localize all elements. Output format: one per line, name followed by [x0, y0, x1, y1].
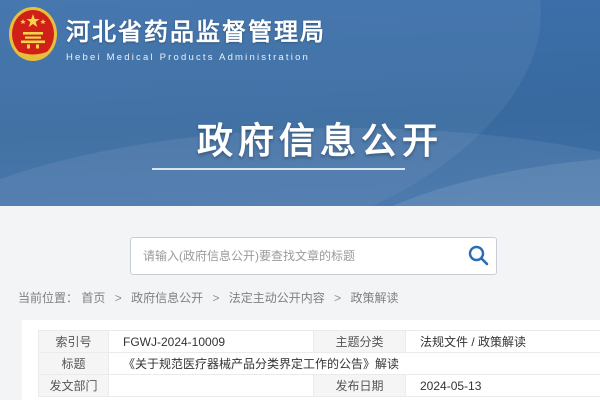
content-panel: 索引号 FGWJ-2024-10009 主题分类 法规文件 / 政策解读 标题 … [22, 320, 600, 400]
table-row: 标题 《关于规范医疗器械产品分类界定工作的公告》解读 [39, 353, 600, 375]
publish-date-value: 2024-05-13 [406, 375, 600, 397]
breadcrumb-item-policy-interpretation[interactable]: 政策解读 [351, 291, 399, 305]
page: 河北省药品监督管理局 Hebei Medical Products Admini… [0, 0, 600, 400]
table-row: 索引号 FGWJ-2024-10009 主题分类 法规文件 / 政策解读 [39, 331, 600, 353]
index-number-label: 索引号 [39, 331, 109, 353]
breadcrumb-separator: > [212, 291, 219, 305]
title-label: 标题 [39, 353, 109, 375]
publish-date-label: 发布日期 [314, 375, 406, 397]
breadcrumb-item-info-disclosure[interactable]: 政府信息公开 [131, 291, 203, 305]
search-icon [466, 243, 490, 267]
search-button[interactable] [465, 243, 491, 269]
org-name: 河北省药品监督管理局 [66, 12, 326, 47]
breadcrumb-separator: > [115, 291, 122, 305]
breadcrumb-item-home[interactable]: 首页 [81, 291, 105, 305]
breadcrumb-separator: > [334, 291, 341, 305]
national-emblem-icon [8, 6, 58, 63]
breadcrumb-label: 当前位置： [18, 291, 78, 305]
title-underline [152, 168, 405, 170]
org-name-en: Hebei Medical Products Administration [66, 52, 326, 63]
page-title: 政府信息公开 [197, 112, 443, 164]
subject-category-value: 法规文件 / 政策解读 [406, 331, 600, 353]
table-row: 发文部门 发布日期 2024-05-13 [39, 375, 600, 397]
document-info-table: 索引号 FGWJ-2024-10009 主题分类 法规文件 / 政策解读 标题 … [38, 330, 600, 397]
search-input[interactable] [130, 237, 497, 275]
search-bar [130, 237, 497, 275]
title-value: 《关于规范医疗器械产品分类界定工作的公告》解读 [109, 353, 600, 375]
breadcrumb-item-statutory-content[interactable]: 法定主动公开内容 [229, 291, 325, 305]
issuing-department-label: 发文部门 [39, 375, 109, 397]
site-logo-link[interactable]: 河北省药品监督管理局 Hebei Medical Products Admini… [8, 6, 326, 63]
site-header: 河北省药品监督管理局 Hebei Medical Products Admini… [0, 0, 600, 206]
breadcrumb: 当前位置： 首页 > 政府信息公开 > 法定主动公开内容 > 政策解读 [18, 289, 399, 306]
subject-category-label: 主题分类 [314, 331, 406, 353]
index-number-value: FGWJ-2024-10009 [109, 331, 314, 353]
issuing-department-value [109, 375, 314, 397]
